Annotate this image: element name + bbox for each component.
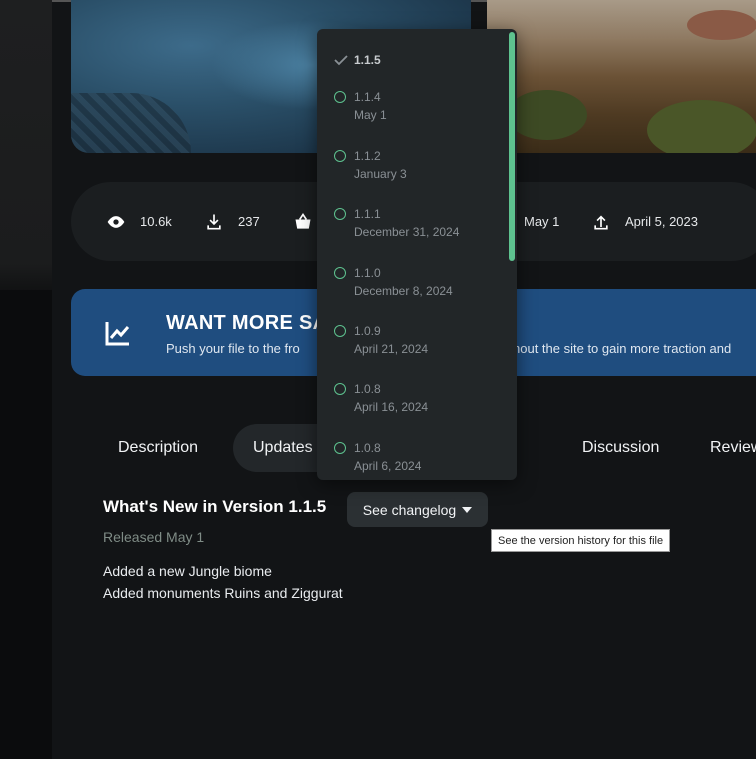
circle-icon	[333, 324, 349, 340]
version-item[interactable]: 1.0.8 April 16, 2024	[317, 382, 507, 440]
version-number: 1.0.8	[354, 382, 381, 396]
version-item[interactable]: 1.0.9 April 21, 2024	[317, 324, 507, 382]
release-date: Released May 1	[103, 529, 205, 545]
basket-icon	[295, 212, 311, 229]
update-line: Added a new Jungle biome	[103, 563, 272, 579]
trending-chart-icon	[105, 322, 130, 346]
created-date: April 5, 2023	[625, 214, 698, 229]
updated-stat: May 1	[524, 182, 559, 261]
version-number: 1.1.5	[354, 53, 381, 67]
version-item[interactable]: 1.1.1 December 31, 2024	[317, 207, 507, 265]
circle-icon	[333, 149, 349, 165]
version-date: April 6, 2024	[354, 459, 422, 473]
update-line: Added monuments Ruins and Ziggurat	[103, 585, 343, 601]
promo-text-end: hout the site to gain more traction and	[513, 341, 732, 356]
update-title: What's New in Version 1.1.5	[103, 497, 327, 516]
version-number: 1.1.0	[354, 266, 381, 280]
version-date: December 31, 2024	[354, 225, 460, 239]
gallery-image-right[interactable]	[487, 0, 756, 153]
see-changelog-button[interactable]: See changelog	[347, 492, 488, 527]
version-date: April 16, 2024	[354, 400, 429, 414]
version-item[interactable]: 1.0.8 April 6, 2024	[317, 441, 507, 480]
circle-icon	[333, 382, 349, 398]
views-stat: 10.6k	[106, 182, 172, 261]
caret-down-icon	[462, 506, 473, 513]
checkmark-icon	[334, 55, 348, 66]
eye-icon	[107, 215, 125, 228]
version-number: 1.1.1	[354, 207, 381, 221]
changelog-tooltip: See the version history for this file	[491, 529, 671, 552]
version-date: January 3	[354, 167, 407, 181]
dropdown-scrollbar-thumb[interactable]	[509, 32, 515, 261]
version-dropdown[interactable]: 1.1.5 1.1.4 May 1 1.1.2 January 3 1.1.1 …	[317, 29, 517, 480]
downloads-stat: 237	[204, 182, 260, 261]
download-icon	[207, 214, 221, 229]
tab-reviews[interactable]: Review	[690, 424, 756, 472]
upload-icon	[594, 215, 608, 229]
promo-title: WANT MORE SA	[166, 312, 328, 334]
version-date: May 1	[354, 108, 387, 122]
views-count: 10.6k	[140, 214, 172, 229]
tab-description[interactable]: Description	[98, 424, 218, 472]
circle-icon	[333, 441, 349, 457]
circle-icon	[333, 90, 349, 106]
version-item[interactable]: 1.1.4 May 1	[317, 90, 507, 148]
tab-discussion[interactable]: Discussion	[562, 424, 679, 472]
basket-stat	[293, 182, 313, 261]
left-gutter	[0, 0, 52, 759]
version-number: 1.1.4	[354, 90, 381, 104]
version-date: December 8, 2024	[354, 284, 453, 298]
promo-text-start: Push your file to the fro	[166, 341, 300, 356]
version-date: April 21, 2024	[354, 342, 429, 356]
downloads-count: 237	[238, 214, 260, 229]
circle-icon	[333, 266, 349, 282]
updated-date: May 1	[524, 214, 560, 229]
version-item[interactable]: 1.1.2 January 3	[317, 149, 507, 207]
version-number: 1.1.2	[354, 149, 381, 163]
version-number: 1.0.8	[354, 441, 381, 455]
version-item[interactable]: 1.1.0 December 8, 2024	[317, 266, 507, 324]
version-number: 1.0.9	[354, 324, 381, 338]
changelog-button-label: See changelog	[362, 501, 457, 518]
circle-icon	[333, 207, 349, 223]
created-stat: April 5, 2023	[591, 182, 698, 261]
